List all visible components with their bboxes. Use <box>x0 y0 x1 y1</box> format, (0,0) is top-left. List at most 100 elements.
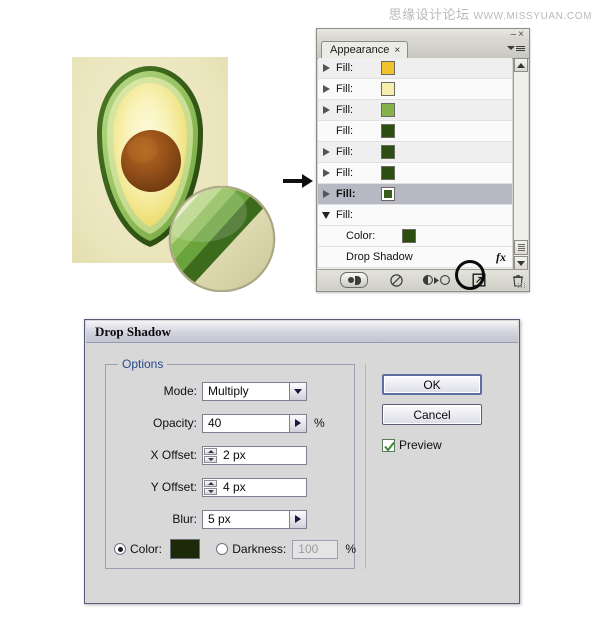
watermark-site-name: 思缘设计论坛 <box>388 8 470 23</box>
preview-label: Preview <box>399 438 442 452</box>
row-label: Fill: <box>336 104 354 116</box>
dialog-divider <box>365 364 366 569</box>
row-label: Fill: <box>336 209 354 221</box>
disclosure-triangle-icon[interactable] <box>318 169 334 177</box>
preview-checkbox-row[interactable]: Preview <box>382 438 442 452</box>
drop-shadow-dialog[interactable]: Drop Shadow Options Mode: Multiply Opaci… <box>84 319 520 604</box>
color-label: Color: <box>130 542 163 556</box>
disclosure-triangle-icon[interactable] <box>318 148 334 156</box>
fill-color-swatch[interactable] <box>381 145 395 159</box>
panel-window-buttons[interactable]: –× <box>511 29 526 40</box>
dialog-button-column: OK Cancel Preview <box>374 364 504 569</box>
dialog-body: Options Mode: Multiply Opacity: 40 % X O… <box>86 343 518 603</box>
panel-bottom-toolbar[interactable] <box>318 269 528 290</box>
dialog-titlebar: Drop Shadow <box>86 321 518 343</box>
appearance-row-fill-7-selected[interactable]: Fill: <box>318 184 512 205</box>
chevron-down-icon <box>507 46 515 50</box>
fx-icon[interactable]: fx <box>496 250 506 265</box>
y-offset-stepper[interactable]: 4 px <box>202 477 307 497</box>
appearance-row-fill-4[interactable]: Fill: <box>318 121 512 142</box>
row-label: Fill: <box>336 146 354 158</box>
opacity-unit: % <box>314 416 325 430</box>
appearance-row-fill-5[interactable]: Fill: <box>318 142 512 163</box>
panel-scrollbar[interactable] <box>513 58 528 270</box>
edge-detail-magnifier <box>163 186 281 292</box>
field-blur: Blur: 5 px <box>106 507 356 531</box>
color-swatch[interactable] <box>402 229 416 243</box>
field-color-darkness: Color: Darkness: 100 % <box>114 537 356 561</box>
x-offset-value[interactable]: 2 px <box>220 448 246 462</box>
magnifier-circle <box>168 186 276 292</box>
clear-appearance-icon[interactable] <box>390 272 403 288</box>
appearance-row-fill-8-expanded[interactable]: Fill: <box>318 205 512 226</box>
blur-popup-arrow-icon[interactable] <box>290 509 307 529</box>
blur-label: Blur: <box>172 512 197 526</box>
panel-resize-grip[interactable] <box>518 283 526 288</box>
disclosure-triangle-icon[interactable] <box>318 64 334 72</box>
disclosure-triangle-icon[interactable] <box>318 106 334 114</box>
scroll-down-button[interactable] <box>514 256 528 270</box>
fill-color-swatch[interactable] <box>381 103 395 117</box>
options-group: Options Mode: Multiply Opacity: 40 % X O… <box>105 357 356 569</box>
preview-checkbox[interactable] <box>382 438 395 452</box>
x-offset-stepper[interactable]: 2 px <box>202 445 307 465</box>
mode-label: Mode: <box>163 384 197 398</box>
darkness-label: Darkness: <box>232 542 287 556</box>
appearance-row-fill-6[interactable]: Fill: <box>318 163 512 184</box>
options-legend: Options <box>118 357 168 371</box>
opacity-popup-arrow-icon[interactable] <box>290 413 307 433</box>
stepper-arrows-icon[interactable] <box>204 447 217 464</box>
y-offset-value[interactable]: 4 px <box>220 480 246 494</box>
opacity-field[interactable]: 40 <box>202 413 307 433</box>
opacity-label: Opacity: <box>152 416 197 430</box>
panel-tab-row: Appearance × <box>317 40 529 59</box>
appearance-row-fill-3[interactable]: Fill: <box>318 100 512 121</box>
appearance-row-color[interactable]: Color: <box>318 226 512 247</box>
annotation-highlight-circle <box>455 260 485 290</box>
opacity-value[interactable]: 40 <box>202 413 290 433</box>
field-mode: Mode: Multiply <box>106 379 356 403</box>
disclosure-triangle-icon[interactable] <box>318 85 334 93</box>
mode-value[interactable]: Multiply <box>202 381 290 401</box>
panel-menu-icon[interactable] <box>507 42 525 55</box>
blur-value[interactable]: 5 px <box>202 509 290 529</box>
row-label: Fill: <box>336 125 354 137</box>
row-label: Fill: <box>336 188 356 200</box>
close-icon[interactable]: × <box>518 29 526 40</box>
scroll-up-button[interactable] <box>514 58 528 72</box>
appearance-panel[interactable]: –× Appearance × Fill: Fill: Fill: Fill: … <box>316 28 530 292</box>
row-label: Drop Shadow <box>346 251 413 263</box>
dialog-title: Drop Shadow <box>95 323 171 339</box>
fill-color-swatch[interactable] <box>381 61 395 75</box>
checkmark-icon <box>384 441 395 452</box>
disclosure-triangle-icon[interactable] <box>318 190 334 198</box>
appearance-row-fill-1[interactable]: Fill: <box>318 58 512 79</box>
appearance-row-fill-2[interactable]: Fill: <box>318 79 512 100</box>
tab-close-icon[interactable]: × <box>394 42 400 59</box>
appearance-row-drop-shadow[interactable]: Drop Shadow fx <box>318 247 512 268</box>
fill-color-swatch[interactable] <box>381 82 395 96</box>
scrollbar-thumb[interactable] <box>514 240 528 255</box>
duplicate-item-icon[interactable] <box>423 272 450 288</box>
stepper-arrows-icon[interactable] <box>204 479 217 496</box>
fill-color-swatch[interactable] <box>381 187 395 201</box>
cancel-button[interactable]: Cancel <box>382 404 482 425</box>
appearance-item-list[interactable]: Fill: Fill: Fill: Fill: Fill: Fill: Fill… <box>318 58 512 270</box>
shadow-color-swatch[interactable] <box>170 539 201 559</box>
row-label: Fill: <box>336 62 354 74</box>
mode-combobox[interactable]: Multiply <box>202 381 307 401</box>
row-label: Color: <box>346 230 376 242</box>
fill-color-swatch[interactable] <box>381 166 395 180</box>
disclosure-triangle-icon[interactable] <box>318 211 334 219</box>
tab-appearance[interactable]: Appearance × <box>321 41 409 59</box>
ok-button[interactable]: OK <box>382 374 482 395</box>
fill-color-swatch[interactable] <box>381 124 395 138</box>
darkness-radio[interactable] <box>216 543 229 555</box>
color-radio[interactable] <box>114 543 126 555</box>
blur-field[interactable]: 5 px <box>202 509 307 529</box>
pointer-arrow-icon <box>283 174 313 188</box>
chevron-down-icon[interactable] <box>290 381 307 401</box>
darkness-unit: % <box>345 542 356 556</box>
field-y-offset: Y Offset: 4 px <box>106 475 356 499</box>
new-art-has-basic-appearance-icon[interactable] <box>340 272 368 288</box>
